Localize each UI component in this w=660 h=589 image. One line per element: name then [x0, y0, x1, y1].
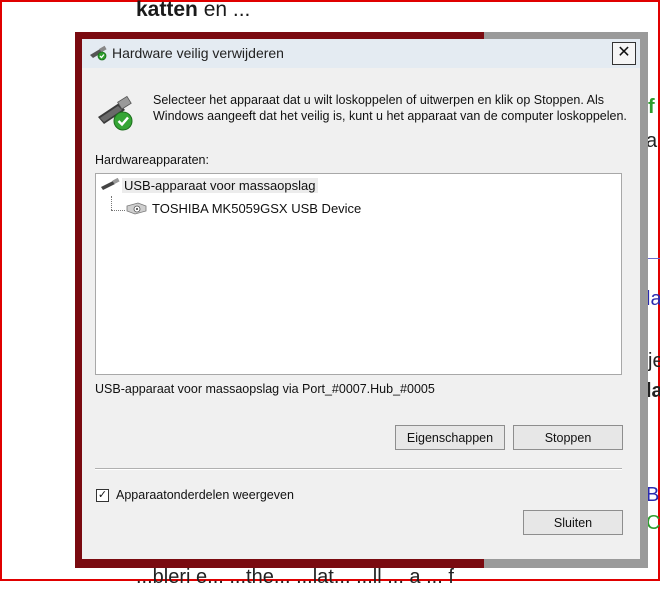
dialog-titlebar[interactable]: Hardware veilig verwijderen ✕ [82, 39, 640, 68]
background-fragment[interactable]: B [646, 484, 659, 507]
tree-item-usb-storage[interactable]: USB-apparaat voor massaopslag [100, 177, 318, 195]
stop-button[interactable]: Stoppen [513, 425, 623, 450]
tree-item-toshiba-disk[interactable]: TOSHIBA MK5059GSX USB Device [126, 201, 361, 218]
device-location-text: USB-apparaat voor massaopslag via Port_#… [95, 382, 435, 396]
checkbox-label: Apparaatonderdelen weergeven [116, 488, 294, 502]
tree-connector [111, 196, 112, 210]
close-icon[interactable]: ✕ [612, 42, 636, 65]
close-button[interactable]: Sluiten [523, 510, 623, 535]
devices-label: Hardwareapparaten: [95, 153, 209, 167]
background-fragment: C [646, 512, 660, 534]
tree-connector [111, 210, 125, 211]
dialog-title: Hardware veilig verwijderen [112, 45, 284, 61]
dialog-divider [95, 468, 622, 470]
background-fragment: f [648, 96, 655, 118]
background-fragment: la [646, 380, 660, 402]
tree-item-label: USB-apparaat voor massaopslag [122, 178, 318, 193]
tree-item-label: TOSHIBA MK5059GSX USB Device [152, 201, 362, 216]
dialog-description: Selecteer het apparaat dat u wilt loskop… [153, 93, 627, 123]
background-heading: katten en ... [136, 0, 251, 21]
background-fragment: je [648, 350, 660, 372]
usb-safely-remove-icon [88, 45, 108, 61]
properties-button[interactable]: Eigenschappen [395, 425, 505, 450]
usb-device-icon [100, 177, 122, 195]
safely-remove-dialog: Hardware veilig verwijderen ✕ Selecteer … [82, 39, 640, 559]
usb-safely-remove-icon [95, 95, 135, 135]
device-tree[interactable]: USB-apparaat voor massaopslag TOSHIBA MK… [95, 173, 622, 375]
checkbox-show-device-components[interactable]: ✓ [96, 489, 109, 502]
disk-drive-icon [126, 201, 148, 218]
background-bottom-text: ...bleri e... ...the... ...lat... ...ll … [136, 566, 454, 588]
background-fragment[interactable]: la [646, 288, 660, 311]
